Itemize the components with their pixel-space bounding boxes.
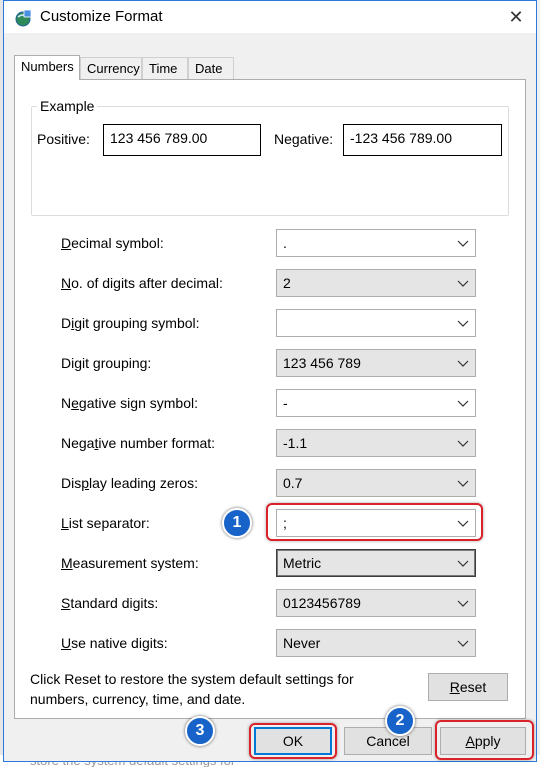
combo-value: 0123456789 bbox=[283, 595, 361, 611]
list-separator-label: List separator: bbox=[61, 515, 150, 531]
negative-example-value: -123 456 789.00 bbox=[343, 124, 502, 156]
combo-value: Never bbox=[283, 635, 321, 651]
apply-button-highlight bbox=[435, 720, 534, 760]
chevron-down-icon bbox=[457, 240, 469, 247]
positive-example-value: 123 456 789.00 bbox=[103, 124, 261, 156]
digits-after-decimal-label: No. of digits after decimal: bbox=[61, 275, 223, 291]
combo-value: 2 bbox=[283, 275, 291, 291]
digit-grouping-symbol-label: Digit grouping symbol: bbox=[61, 315, 200, 331]
standard-digits-combo[interactable]: 0123456789 bbox=[276, 589, 476, 617]
negative-sign-symbol-combo[interactable]: - bbox=[276, 389, 476, 417]
chevron-down-icon bbox=[457, 560, 469, 567]
combo-value: . bbox=[283, 235, 287, 251]
negative-label: Negative: bbox=[274, 131, 334, 147]
standard-digits-label: Standard digits: bbox=[61, 595, 159, 611]
combo-value: - bbox=[283, 395, 288, 411]
digit-grouping-label: Digit grouping: bbox=[61, 355, 152, 371]
chevron-down-icon bbox=[457, 320, 469, 327]
combo-value: Metric bbox=[283, 555, 322, 571]
use-native-digits-label: Use native digits: bbox=[61, 635, 168, 651]
tab-time[interactable]: Time bbox=[142, 57, 188, 79]
list-separator-highlight bbox=[266, 503, 483, 541]
combo-value: 123 456 789 bbox=[283, 355, 361, 371]
tab-date[interactable]: Date bbox=[188, 57, 234, 79]
measurement-system-label: Measurement system: bbox=[61, 555, 199, 571]
close-button[interactable]: ✕ bbox=[502, 1, 530, 33]
chevron-down-icon bbox=[457, 360, 469, 367]
chevron-down-icon bbox=[457, 400, 469, 407]
numbers-panel: Example Positive: 123 456 789.00 Negativ… bbox=[14, 79, 526, 719]
step-badge-2: 2 bbox=[385, 706, 415, 736]
digit-grouping-combo[interactable]: 123 456 789 bbox=[276, 349, 476, 377]
region-globe-icon bbox=[15, 9, 32, 27]
negative-number-format-label: Negative number format: bbox=[61, 435, 216, 451]
example-group bbox=[31, 106, 509, 216]
example-legend: Example bbox=[37, 98, 98, 114]
chevron-down-icon bbox=[457, 600, 469, 607]
chevron-down-icon bbox=[457, 440, 469, 447]
digit-grouping-symbol-combo[interactable] bbox=[276, 309, 476, 337]
title-bar[interactable]: Customize Format ✕ bbox=[4, 1, 536, 33]
measurement-system-combo[interactable]: Metric bbox=[276, 549, 476, 577]
step-badge-3: 3 bbox=[185, 716, 215, 746]
use-native-digits-combo[interactable]: Never bbox=[276, 629, 476, 657]
negative-number-format-combo[interactable]: -1.1 bbox=[276, 429, 476, 457]
reset-note: Click Reset to restore the system defaul… bbox=[30, 671, 354, 707]
window-title: Customize Format bbox=[40, 8, 163, 25]
combo-value: -1.1 bbox=[283, 435, 308, 451]
combo-value: 0.7 bbox=[283, 475, 303, 491]
customize-format-dialog: Customize Format ✕ Numbers Currency Time… bbox=[3, 0, 537, 762]
chevron-down-icon bbox=[457, 280, 469, 287]
positive-label: Positive: bbox=[37, 131, 90, 147]
reset-button[interactable]: Reset bbox=[428, 673, 508, 701]
ok-button-highlight bbox=[249, 723, 337, 759]
digits-after-decimal-combo[interactable]: 2 bbox=[276, 269, 476, 297]
display-leading-zeros-combo[interactable]: 0.7 bbox=[276, 469, 476, 497]
tab-numbers[interactable]: Numbers bbox=[14, 55, 80, 80]
chevron-down-icon bbox=[457, 640, 469, 647]
negative-sign-symbol-label: Negative sign symbol: bbox=[61, 395, 198, 411]
chevron-down-icon bbox=[457, 480, 469, 487]
decimal-symbol-label: Decimal symbol: bbox=[61, 235, 164, 251]
tab-currency[interactable]: Currency bbox=[80, 57, 142, 79]
step-badge-1: 1 bbox=[222, 508, 252, 538]
display-leading-zeros-label: Display leading zeros: bbox=[61, 475, 198, 491]
decimal-symbol-combo[interactable]: . bbox=[276, 229, 476, 257]
